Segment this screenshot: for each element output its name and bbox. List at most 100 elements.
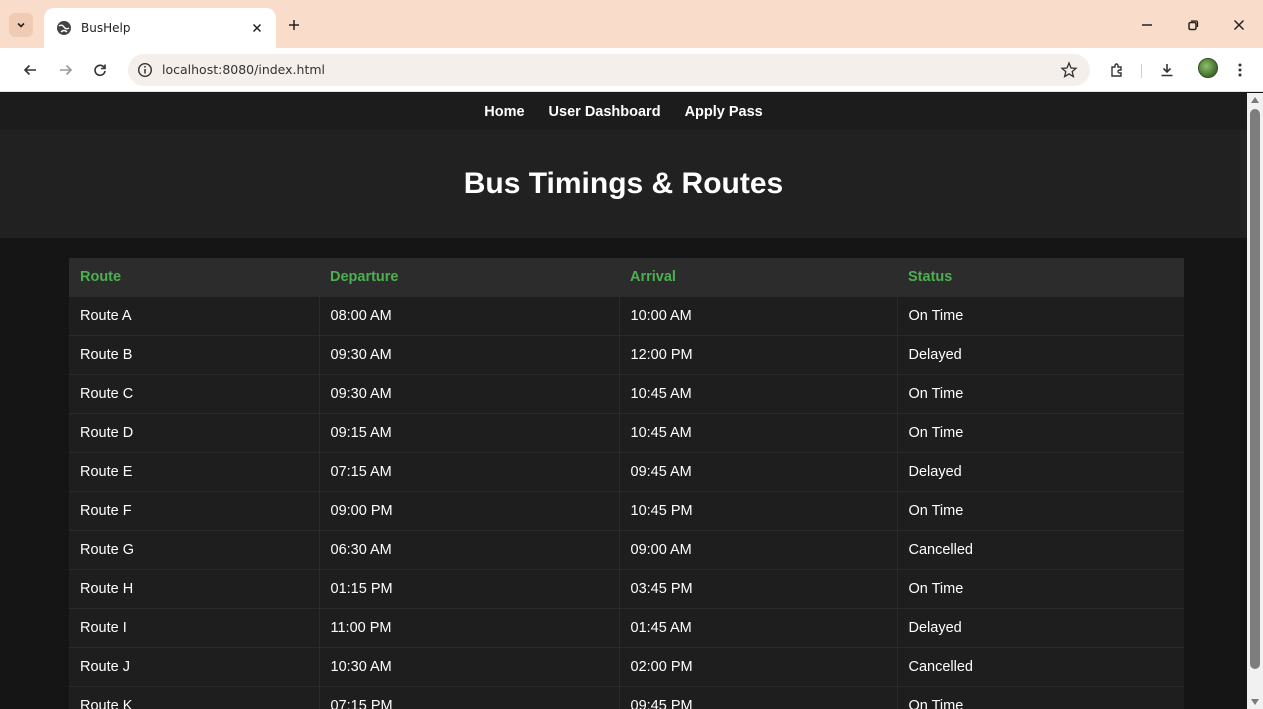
profile-avatar[interactable] [1198,58,1218,78]
departure-cell: 07:15 AM [319,452,620,491]
table-row: Route A 08:00 AM 10:00 AM On Time [69,296,1184,335]
arrival-cell: 10:45 AM [619,413,898,452]
close-tab-icon[interactable] [248,19,266,37]
scrollbar-thumb[interactable] [1250,109,1260,669]
status-cell: Delayed [908,346,962,363]
status-cell: Delayed [908,463,962,480]
nav-link-apply-pass[interactable]: Apply Pass [685,104,763,120]
restore-icon [1188,20,1199,31]
route-cell: Route J [69,647,320,686]
departure-cell: 01:15 PM [319,569,620,608]
more-vertical-icon [1238,63,1242,77]
arrival-cell: 03:45 PM [619,569,898,608]
minimize-icon [1142,24,1152,26]
column-header-route: Route [80,268,122,285]
close-icon [1233,19,1245,31]
arrival-cell: 09:45 AM [619,452,898,491]
departure-cell: 06:30 AM [319,530,620,569]
chevron-down-icon [17,22,25,28]
scroll-up-arrow-icon[interactable] [1251,97,1259,103]
status-cell: On Time [908,580,964,597]
browser-tab[interactable]: BusHelp [44,8,276,48]
nav-link-home[interactable]: Home [484,104,524,120]
status-cell: Cancelled [908,658,974,675]
scroll-down-arrow-icon[interactable] [1251,699,1259,705]
departure-cell: 07:15 PM [319,686,620,709]
extensions-button[interactable] [1106,59,1128,81]
page-header: Bus Timings & Routes [0,130,1247,238]
table-row: Route F 09:00 PM 10:45 PM On Time [69,491,1184,530]
status-cell: On Time [908,385,964,402]
departure-cell: 10:30 AM [319,647,620,686]
site-info-icon[interactable] [137,62,153,78]
tab-strip: BusHelp [0,0,1263,48]
browser-toolbar: localhost:8080/index.html [0,48,1263,92]
departure-cell: 11:00 PM [319,608,620,647]
timings-table-container: Route Departure Arrival Status Route A 08… [69,258,1184,709]
forward-button[interactable] [55,59,77,81]
nav-link-user-dashboard[interactable]: User Dashboard [549,104,661,120]
departure-cell: 09:15 AM [319,413,620,452]
table-row: Route C 09:30 AM 10:45 AM On Time [69,374,1184,413]
table-row: Route G 06:30 AM 09:00 AM Cancelled [69,530,1184,569]
status-cell: On Time [908,502,964,519]
arrow-right-icon [60,64,73,76]
downloads-button[interactable] [1156,59,1178,81]
globe-icon [57,21,71,35]
departure-cell: 09:00 PM [319,491,620,530]
route-cell: Route G [69,530,320,569]
route-cell: Route H [69,569,320,608]
departure-cell: 09:30 AM [319,374,620,413]
tab-title: BusHelp [81,21,131,35]
reload-icon [94,64,106,77]
download-icon [1161,64,1173,77]
route-cell: Route F [69,491,320,530]
route-cell: Route K [69,686,320,709]
table-header-row: Route Departure Arrival Status [69,258,1184,296]
table-row: Route H 01:15 PM 03:45 PM On Time [69,569,1184,608]
status-cell: Cancelled [908,541,974,558]
bookmark-star-icon[interactable] [1060,61,1078,79]
arrival-cell: 10:45 AM [619,374,898,413]
arrival-cell: 09:00 AM [619,530,898,569]
column-header-arrival: Arrival [630,268,676,285]
reload-button[interactable] [89,59,111,81]
table-row: Route D 09:15 AM 10:45 AM On Time [69,413,1184,452]
new-tab-button[interactable] [284,15,304,35]
table-row: Route K 07:15 PM 09:45 PM On Time [69,686,1184,709]
column-header-status: Status [908,268,953,285]
arrival-cell: 12:00 PM [619,335,898,374]
table-row: Route E 07:15 AM 09:45 AM Delayed [69,452,1184,491]
puzzle-icon [1111,63,1122,77]
departure-cell: 08:00 AM [319,296,620,335]
tab-search-button[interactable] [9,13,33,37]
status-cell: Delayed [908,619,962,636]
plus-icon [289,20,299,30]
route-cell: Route I [69,608,320,647]
back-button[interactable] [19,59,41,81]
departure-cell: 09:30 AM [319,335,620,374]
address-bar[interactable]: localhost:8080/index.html [128,54,1090,86]
page-scrollbar[interactable] [1247,93,1263,709]
route-cell: Route C [69,374,320,413]
site-nav: Home User Dashboard Apply Pass [0,93,1247,130]
arrival-cell: 09:45 PM [619,686,898,709]
table-row: Route I 11:00 PM 01:45 AM Delayed [69,608,1184,647]
route-cell: Route E [69,452,320,491]
url-text[interactable]: localhost:8080/index.html [162,62,325,77]
arrival-cell: 10:00 AM [619,296,898,335]
close-window-button[interactable] [1229,15,1249,35]
minimize-button[interactable] [1137,15,1157,35]
bus-timings-table: Route Departure Arrival Status Route A 08… [69,258,1184,709]
route-cell: Route D [69,413,320,452]
arrival-cell: 02:00 PM [619,647,898,686]
route-cell: Route A [69,296,320,335]
arrival-cell: 10:45 PM [619,491,898,530]
restore-button[interactable] [1183,15,1203,35]
toolbar-divider [1141,64,1142,78]
browser-menu-button[interactable] [1229,59,1251,81]
column-header-departure: Departure [330,268,399,285]
page-viewport: Home User Dashboard Apply Pass Bus Timin… [0,93,1247,709]
page-title: Bus Timings & Routes [463,167,784,200]
table-row: Route J 10:30 AM 02:00 PM Cancelled [69,647,1184,686]
